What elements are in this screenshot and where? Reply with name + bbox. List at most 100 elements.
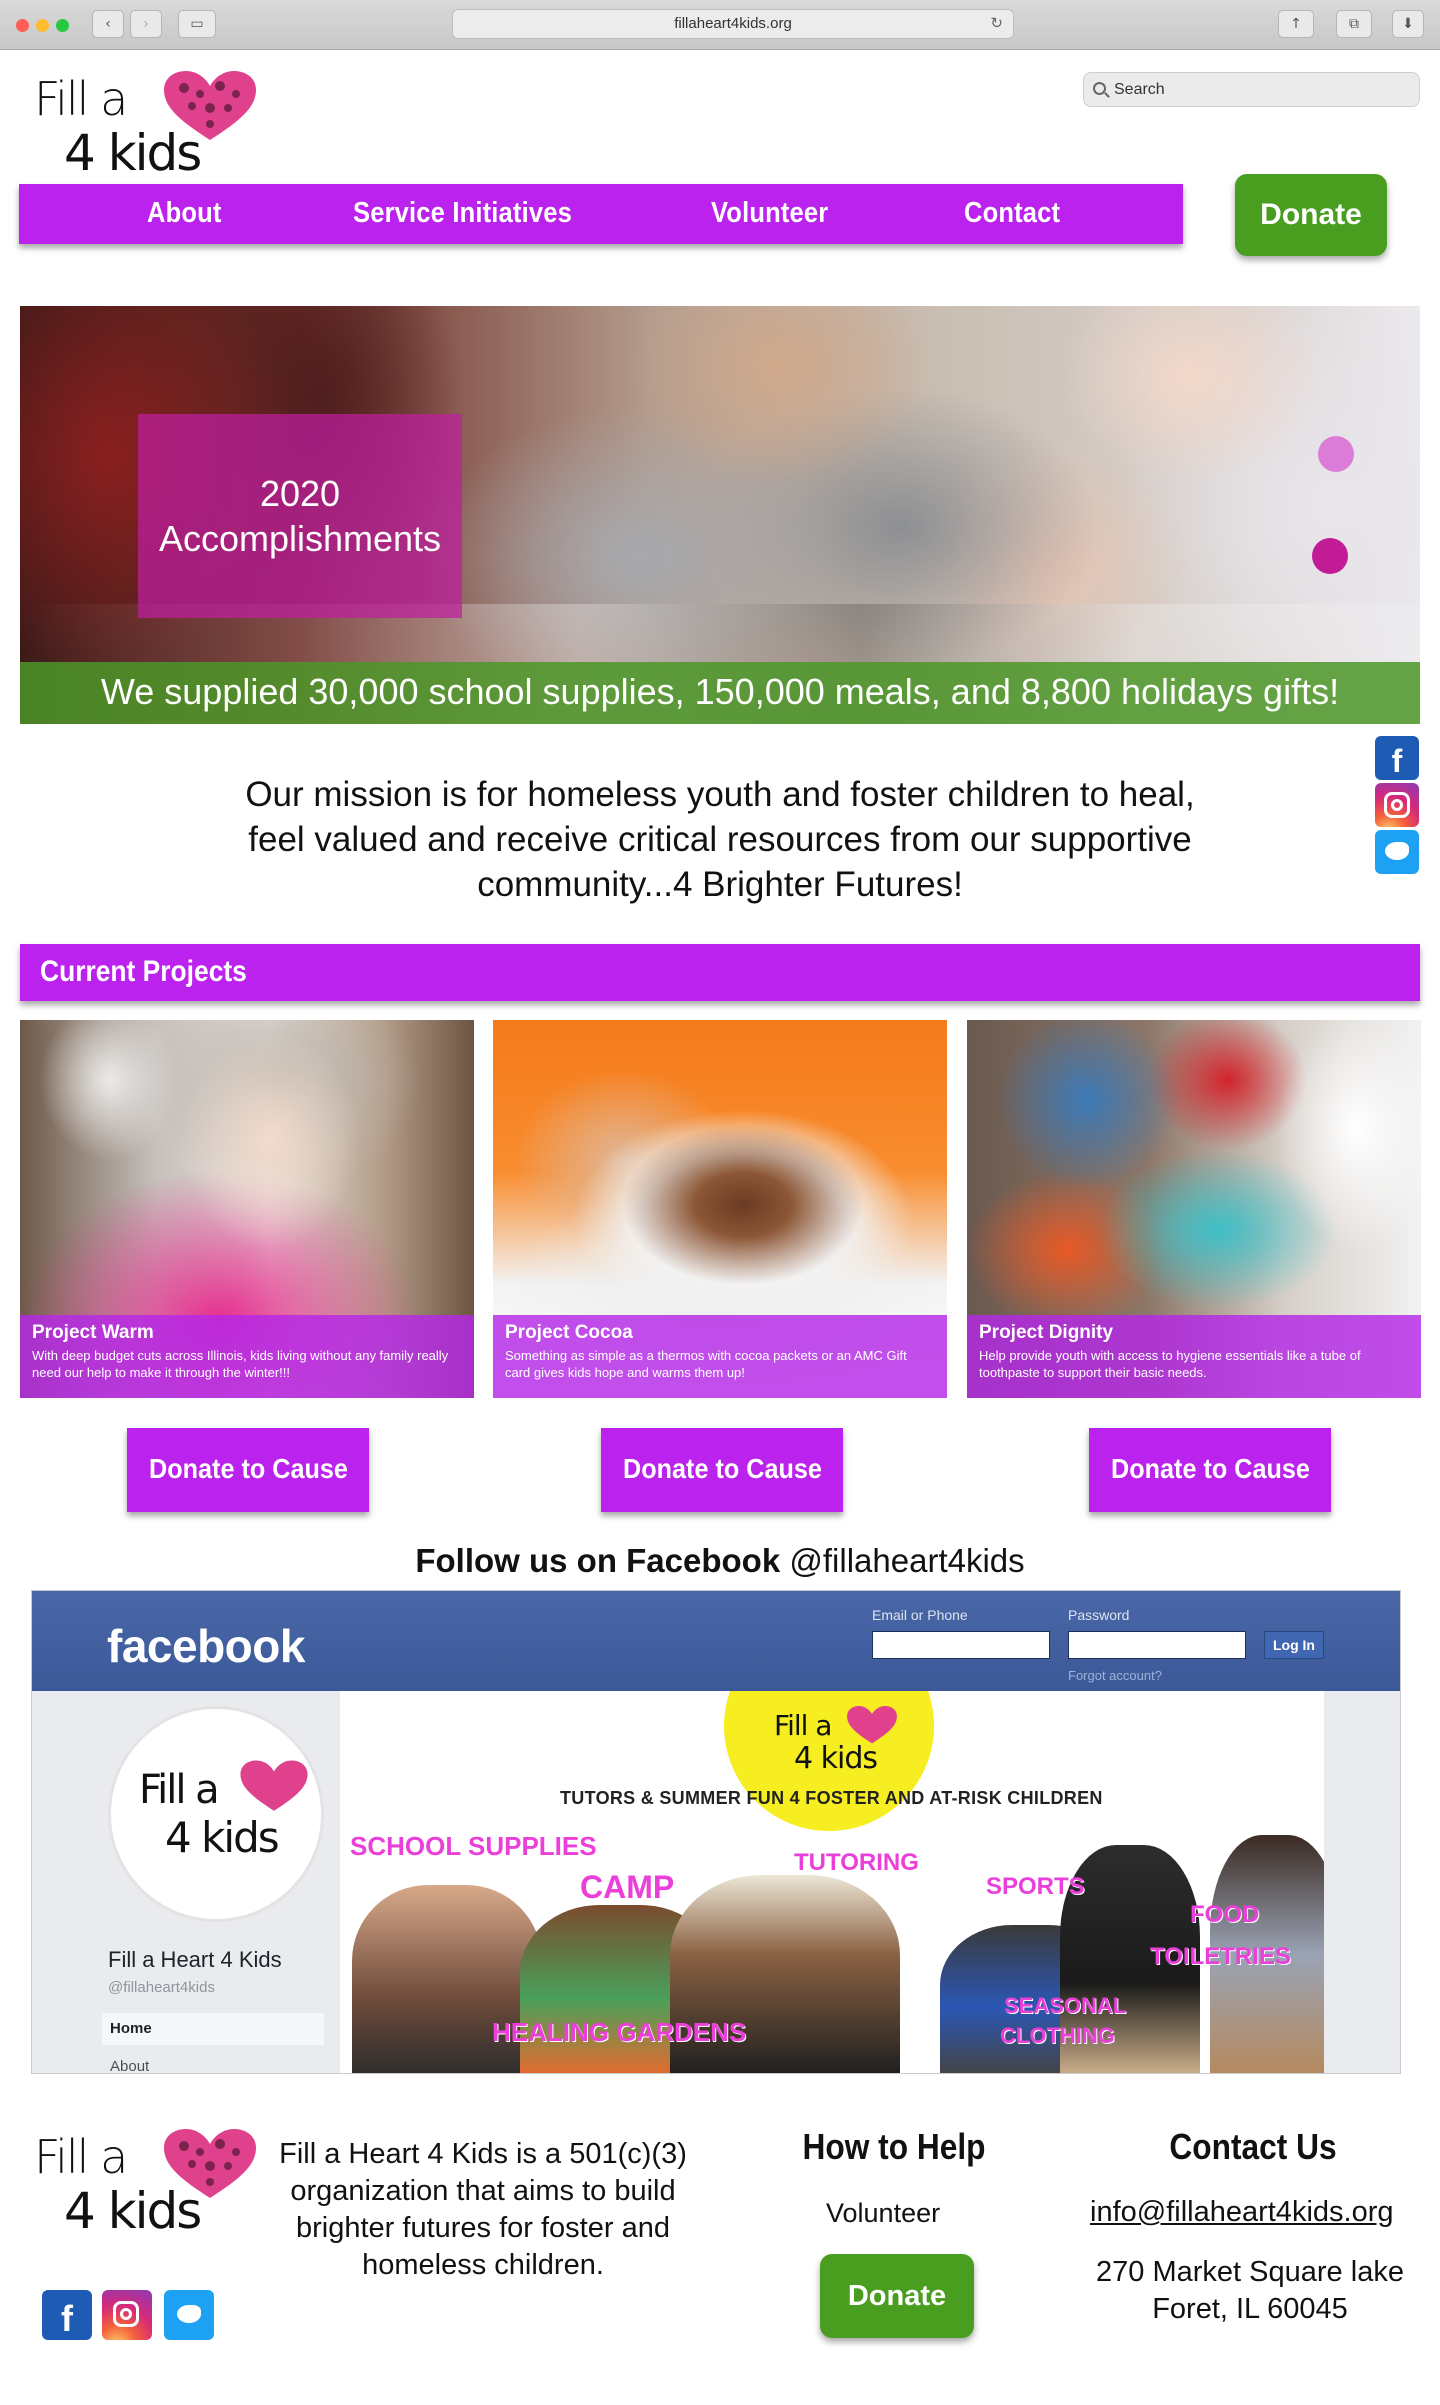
projects-heading: Current Projects: [40, 955, 247, 988]
email-field[interactable]: [872, 1631, 1050, 1659]
contact-email-link[interactable]: info@fillaheart4kids.org: [1090, 2196, 1393, 2229]
cover-label-school-supplies: SCHOOL SUPPLIES: [350, 1831, 597, 1861]
project-description: With deep budget cuts across Illinois, k…: [32, 1348, 449, 1380]
site-logo[interactable]: Fill a 4 kids: [34, 70, 256, 182]
login-button[interactable]: Log In: [1264, 1631, 1324, 1659]
footer-donate-button[interactable]: Donate: [820, 2254, 974, 2338]
cover-label-healing-gardens: HEALING GARDENS: [492, 2017, 747, 2047]
project-card-caption: Project Warm With deep budget cuts acros…: [20, 1315, 474, 1398]
contact-address: 270 Market Square lake Foret, IL 60045: [1090, 2254, 1410, 2328]
facebook-icon[interactable]: f: [1375, 736, 1419, 780]
heart-logo-icon: [847, 1706, 897, 1744]
hero-banner: We supplied 30,000 school supplies, 150,…: [20, 662, 1420, 724]
projects-heading-bar: Current Projects: [20, 944, 1420, 1001]
zoom-window-button[interactable]: [56, 19, 69, 32]
chevron-right-icon: ›: [143, 16, 149, 32]
nav-about[interactable]: About: [147, 184, 222, 244]
footer-instagram-icon[interactable]: [102, 2290, 152, 2340]
slide-indicator-2[interactable]: [1312, 538, 1348, 574]
facebook-wordmark: facebook: [107, 1620, 305, 1672]
footer-logo[interactable]: Fill a 4 kids: [34, 2128, 256, 2240]
footer-about-text: Fill a Heart 4 Kids is a 501(c)(3) organ…: [279, 2138, 687, 2281]
project-title: Project Dignity: [979, 1322, 1114, 1343]
hero-overlay-title: Accomplishments: [158, 518, 442, 559]
url-text: fillaheart4kids.org: [674, 15, 792, 32]
share-button[interactable]: ↑: [1278, 10, 1314, 38]
page-avatar[interactable]: Fill a 4 kids: [108, 1706, 324, 1922]
sidebar-icon: ▭: [190, 16, 204, 32]
hero-overlay-year: 2020: [259, 473, 341, 514]
footer-logo-line2: 4 kids: [64, 2182, 202, 2240]
cover-label-sports: SPORTS: [986, 1873, 1085, 1900]
cover-label-food: FOOD: [1190, 1901, 1260, 1928]
project-card-caption: Project Dignity Help provide youth with …: [967, 1315, 1421, 1398]
footer-logo-line1: Fill a: [34, 2130, 128, 2184]
donate-to-cause-cocoa-button[interactable]: Donate to Cause: [601, 1428, 843, 1512]
main-navigation: About Service Initiatives Volunteer Cont…: [19, 184, 1183, 244]
downloads-button[interactable]: ⬇: [1392, 10, 1424, 38]
project-title: Project Cocoa: [505, 1322, 633, 1343]
address-bar[interactable]: fillaheart4kids.org ↻: [452, 9, 1014, 39]
logo-text-line1: Fill a: [34, 72, 128, 126]
address-line-2: Foret, IL 60045: [1152, 2293, 1348, 2325]
cover-logo: Fill a 4 kids: [774, 1706, 904, 1779]
heart-logo-icon: [240, 1760, 308, 1811]
footer-twitter-icon[interactable]: [164, 2290, 214, 2340]
minimize-window-button[interactable]: [36, 19, 49, 32]
facebook-header: facebook Email or Phone Password Log In …: [32, 1591, 1400, 1691]
facebook-cover-photo[interactable]: Fill a 4 kids TUTORS & SUMMER FUN 4 FOST…: [340, 1691, 1324, 2073]
project-card-warm[interactable]: Project Warm With deep budget cuts acros…: [20, 1020, 474, 1398]
page-name[interactable]: Fill a Heart 4 Kids: [108, 1947, 282, 1973]
donate-to-cause-warm-button[interactable]: Donate to Cause: [127, 1428, 369, 1512]
project-description: Help provide youth with access to hygien…: [979, 1348, 1361, 1380]
cover-label-tutoring: TUTORING: [794, 1849, 919, 1876]
browser-toolbar: ‹ › ▭ fillaheart4kids.org ↻ ↑ ⧉ ⬇: [0, 0, 1440, 50]
contact-us-heading: Contact Us: [1169, 2126, 1337, 2167]
logo-text-line2: 4 kids: [64, 124, 202, 182]
twitter-icon[interactable]: [1375, 830, 1419, 874]
hero-overlay: 2020 Accomplishments: [138, 414, 462, 618]
reload-icon[interactable]: ↻: [990, 10, 1003, 38]
nav-service-initiatives[interactable]: Service Initiatives: [353, 184, 572, 244]
cover-label-seasonal: SEASONAL: [1004, 1993, 1127, 2018]
nav-volunteer[interactable]: Volunteer: [711, 184, 828, 244]
password-label: Password: [1068, 1607, 1130, 1623]
volunteer-link[interactable]: Volunteer: [826, 2198, 940, 2229]
footer-facebook-icon[interactable]: f: [42, 2290, 92, 2340]
search-input[interactable]: Search: [1083, 72, 1420, 107]
hero-slideshow[interactable]: 2020 Accomplishments We supplied 30,000 …: [20, 306, 1420, 724]
close-window-button[interactable]: [16, 19, 29, 32]
cover-label-toiletries: TOILETRIES: [1150, 1943, 1291, 1970]
fb-menu-home[interactable]: Home: [102, 2013, 324, 2045]
cover-label-camp: CAMP: [580, 1869, 675, 1905]
project-description: Something as simple as a thermos with co…: [505, 1348, 907, 1380]
facebook-page-sidebar: Fill a 4 kids Fill a Heart 4 Kids @filla…: [32, 1691, 340, 2073]
cover-tagline: TUTORS & SUMMER FUN 4 FOSTER AND AT-RISK…: [560, 1788, 1103, 1808]
slide-indicator-1[interactable]: [1318, 436, 1354, 472]
mission-statement: Our mission is for homeless youth and fo…: [245, 775, 1195, 904]
download-icon: ⬇: [1402, 16, 1414, 32]
nav-contact[interactable]: Contact: [964, 184, 1060, 244]
fb-menu-about[interactable]: About: [102, 2051, 324, 2073]
tabs-icon: ⧉: [1349, 16, 1359, 32]
project-card-caption: Project Cocoa Something as simple as a t…: [493, 1315, 947, 1398]
project-card-cocoa[interactable]: Project Cocoa Something as simple as a t…: [493, 1020, 947, 1398]
project-card-dignity[interactable]: Project Dignity Help provide youth with …: [967, 1020, 1421, 1398]
tabs-button[interactable]: ⧉: [1336, 10, 1372, 38]
chevron-left-icon: ‹: [105, 16, 111, 32]
forgot-account-link[interactable]: Forgot account?: [1068, 1668, 1162, 1683]
instagram-icon[interactable]: [1375, 783, 1419, 827]
cover-label-clothing: CLOTHING: [1000, 2023, 1115, 2048]
sidebar-toggle-button[interactable]: ▭: [178, 10, 216, 38]
password-field[interactable]: [1068, 1631, 1246, 1659]
address-line-1: 270 Market Square lake: [1096, 2256, 1404, 2288]
back-button[interactable]: ‹: [92, 10, 124, 38]
how-to-help-heading: How to Help: [802, 2126, 986, 2167]
facebook-page-embed[interactable]: facebook Email or Phone Password Log In …: [31, 1590, 1401, 2074]
search-placeholder: Search: [1114, 81, 1165, 98]
donate-button[interactable]: Donate: [1235, 174, 1387, 256]
page-handle: @fillaheart4kids: [108, 1979, 215, 1996]
donate-to-cause-dignity-button[interactable]: Donate to Cause: [1089, 1428, 1331, 1512]
forward-button[interactable]: ›: [130, 10, 162, 38]
share-icon: ↑: [1290, 16, 1302, 32]
